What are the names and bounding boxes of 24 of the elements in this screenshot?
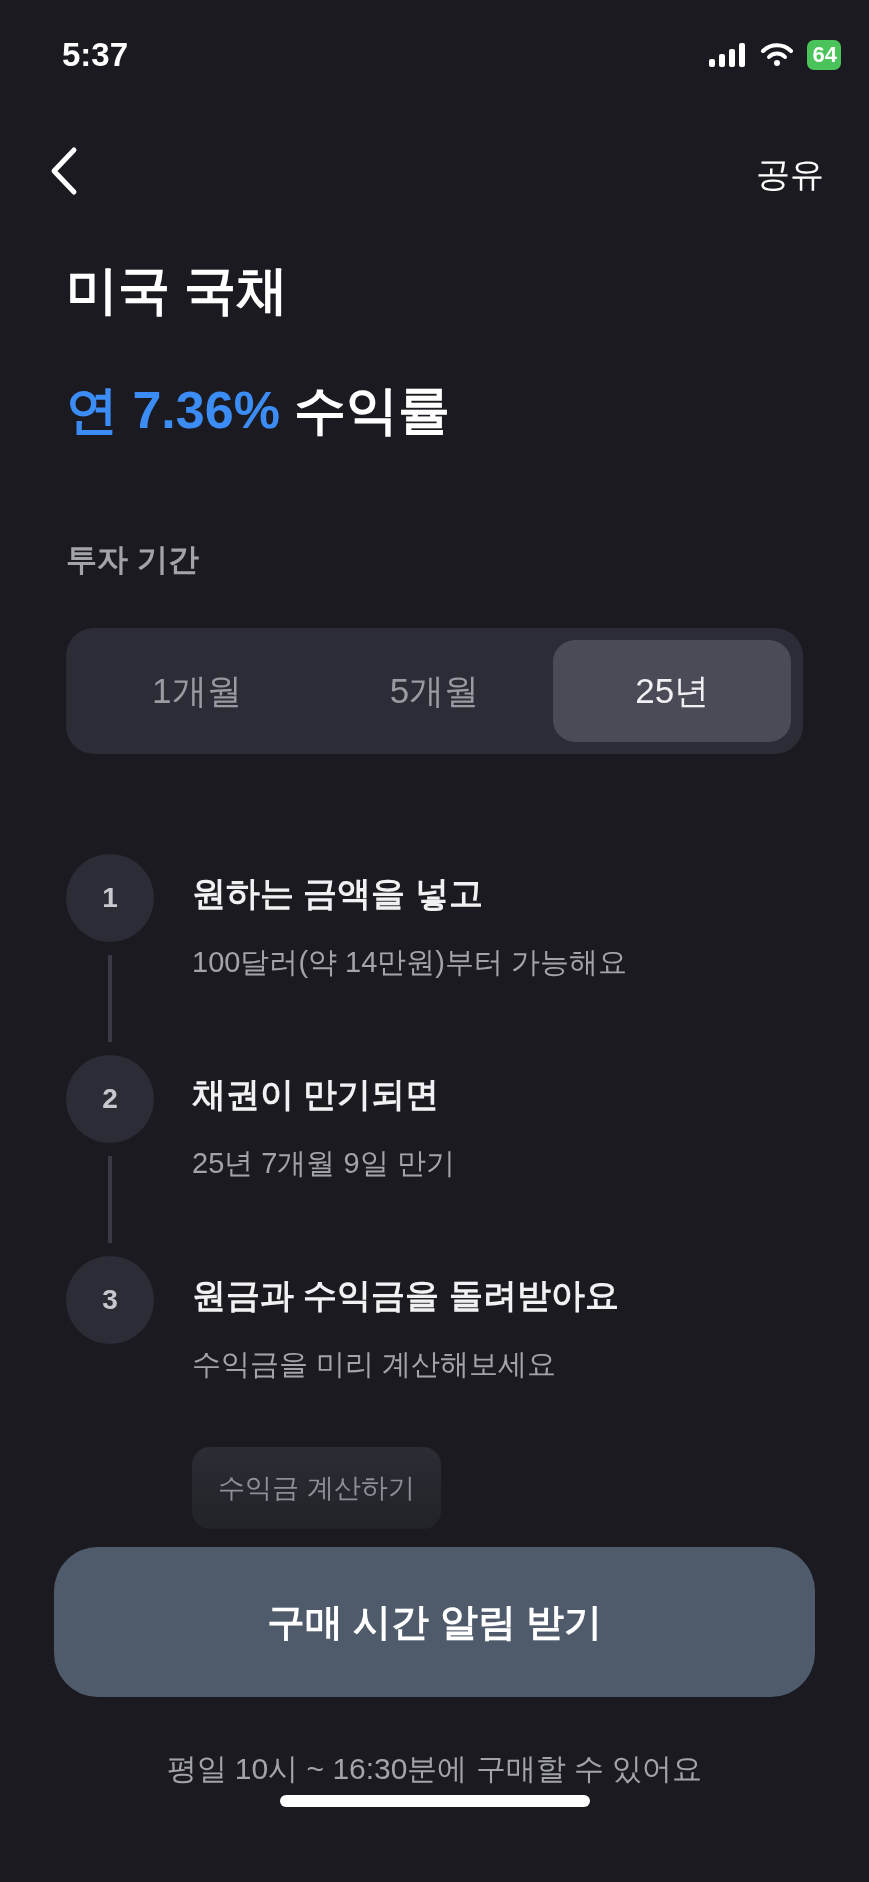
bond-title: 미국 국채 — [66, 260, 290, 321]
period-tab[interactable]: 1개월 — [78, 640, 316, 742]
wifi-icon — [760, 43, 793, 67]
step-description: 수익금을 미리 계산해보세요 — [192, 1347, 558, 1382]
clock: 5:37 — [62, 36, 129, 74]
period-tab[interactable]: 25년 — [553, 640, 791, 742]
step-number: 2 — [66, 1055, 154, 1143]
purchase-hours-note: 평일 10시 ~ 16:30분에 구매할 수 있어요 — [166, 1751, 703, 1787]
yield-label: 수익률 — [294, 381, 451, 439]
step-number: 3 — [66, 1256, 154, 1344]
battery-indicator: 64 — [806, 40, 841, 70]
step-number: 1 — [66, 854, 154, 942]
signal-icon — [708, 41, 747, 69]
share-button[interactable]: 공유 — [756, 152, 824, 198]
step-title: 채권이 만기되면 — [192, 1074, 441, 1115]
calculate-button[interactable]: 수익금 계산하기 — [192, 1447, 441, 1529]
period-tab[interactable]: 5개월 — [315, 640, 554, 742]
step-description: 100달러(약 14만원)부터 가능해요 — [192, 945, 629, 980]
section-label: 투자 기간 — [66, 541, 200, 579]
notify-button[interactable]: 구매 시간 알림 받기 — [54, 1547, 815, 1697]
step-description: 25년 7개월 9일 만기 — [192, 1146, 456, 1181]
step-title: 원하는 금액을 넣고 — [192, 873, 484, 914]
yield-rate: 연 7.36% — [66, 381, 280, 439]
step-title: 원금과 수익금을 돌려받아요 — [192, 1275, 620, 1316]
